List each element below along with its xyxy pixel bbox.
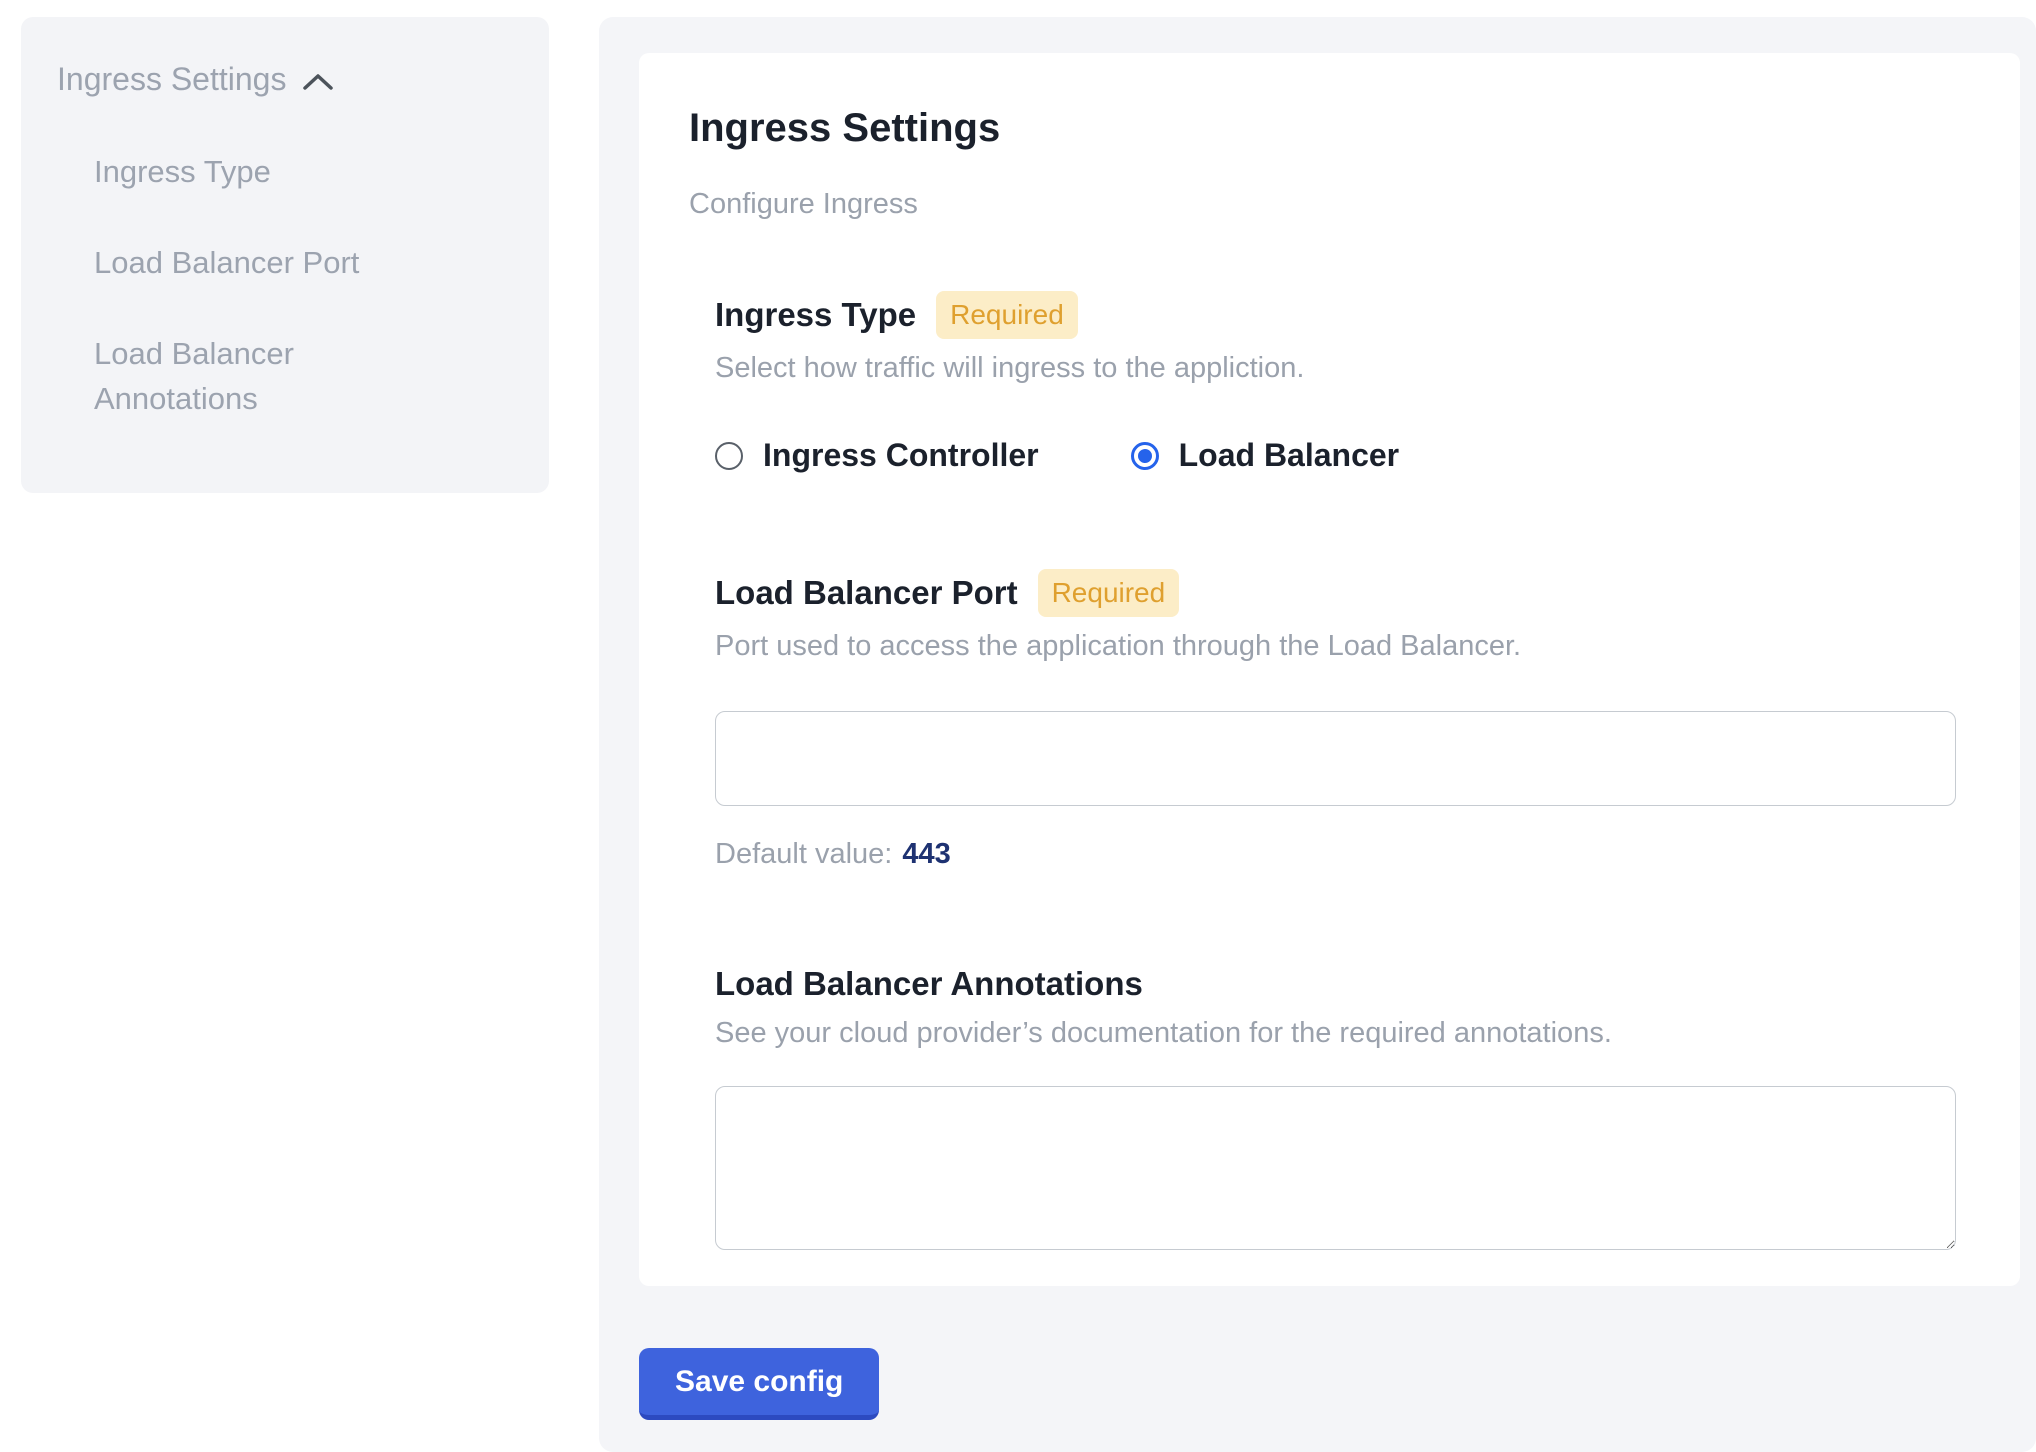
load-balancer-port-section: Load Balancer Port Required Port used to…	[715, 569, 1956, 874]
sidebar-item-ingress-type[interactable]: Ingress Type	[94, 150, 414, 195]
sidebar-section-title: Ingress Settings	[57, 61, 286, 98]
radio-label-ingress-controller[interactable]: Ingress Controller	[763, 437, 1039, 474]
main-panel: Ingress Settings Configure Ingress Ingre…	[599, 17, 2036, 1452]
chevron-up-icon	[302, 72, 334, 92]
radio-icon-load-balancer[interactable]	[1131, 442, 1159, 470]
sidebar-item-load-balancer-annotations[interactable]: Load Balancer Annotations	[94, 332, 414, 422]
load-balancer-port-input[interactable]	[715, 711, 1956, 806]
sidebar-section-toggle[interactable]: Ingress Settings	[57, 61, 513, 98]
load-balancer-port-label: Load Balancer Port	[715, 573, 1018, 613]
page-title: Ingress Settings	[689, 105, 1956, 151]
radio-icon-ingress-controller[interactable]	[715, 442, 743, 470]
default-value-label: Default value:	[715, 838, 892, 870]
ingress-settings-card: Ingress Settings Configure Ingress Ingre…	[639, 53, 2020, 1286]
settings-sidebar: Ingress Settings Ingress Type Load Balan…	[21, 17, 549, 493]
load-balancer-port-required-badge: Required	[1038, 569, 1180, 617]
ingress-type-label: Ingress Type	[715, 295, 916, 335]
save-config-button[interactable]: Save config	[639, 1348, 879, 1420]
load-balancer-annotations-section: Load Balancer Annotations See your cloud…	[715, 964, 1956, 1250]
default-value-line: Default value: 443	[715, 834, 1956, 874]
radio-option-load-balancer[interactable]: Load Balancer	[1131, 437, 1400, 474]
sidebar-nav: Ingress Type Load Balancer Port Load Bal…	[57, 150, 513, 422]
load-balancer-annotations-description: See your cloud provider’s documentation …	[715, 1014, 1956, 1052]
load-balancer-port-description: Port used to access the application thro…	[715, 627, 1956, 665]
sidebar-item-load-balancer-port[interactable]: Load Balancer Port	[94, 241, 414, 286]
default-value: 443	[902, 838, 950, 870]
load-balancer-annotations-textarea[interactable]	[715, 1086, 1956, 1250]
radio-label-load-balancer[interactable]: Load Balancer	[1179, 437, 1400, 474]
load-balancer-annotations-label: Load Balancer Annotations	[715, 964, 1143, 1004]
radio-option-ingress-controller[interactable]: Ingress Controller	[715, 437, 1039, 474]
ingress-type-description: Select how traffic will ingress to the a…	[715, 349, 1956, 387]
ingress-type-radio-group: Ingress Controller Load Balancer	[715, 437, 1956, 474]
ingress-type-section: Ingress Type Required Select how traffic…	[715, 291, 1956, 474]
ingress-type-required-badge: Required	[936, 291, 1078, 339]
page-subtitle: Configure Ingress	[689, 187, 1956, 221]
